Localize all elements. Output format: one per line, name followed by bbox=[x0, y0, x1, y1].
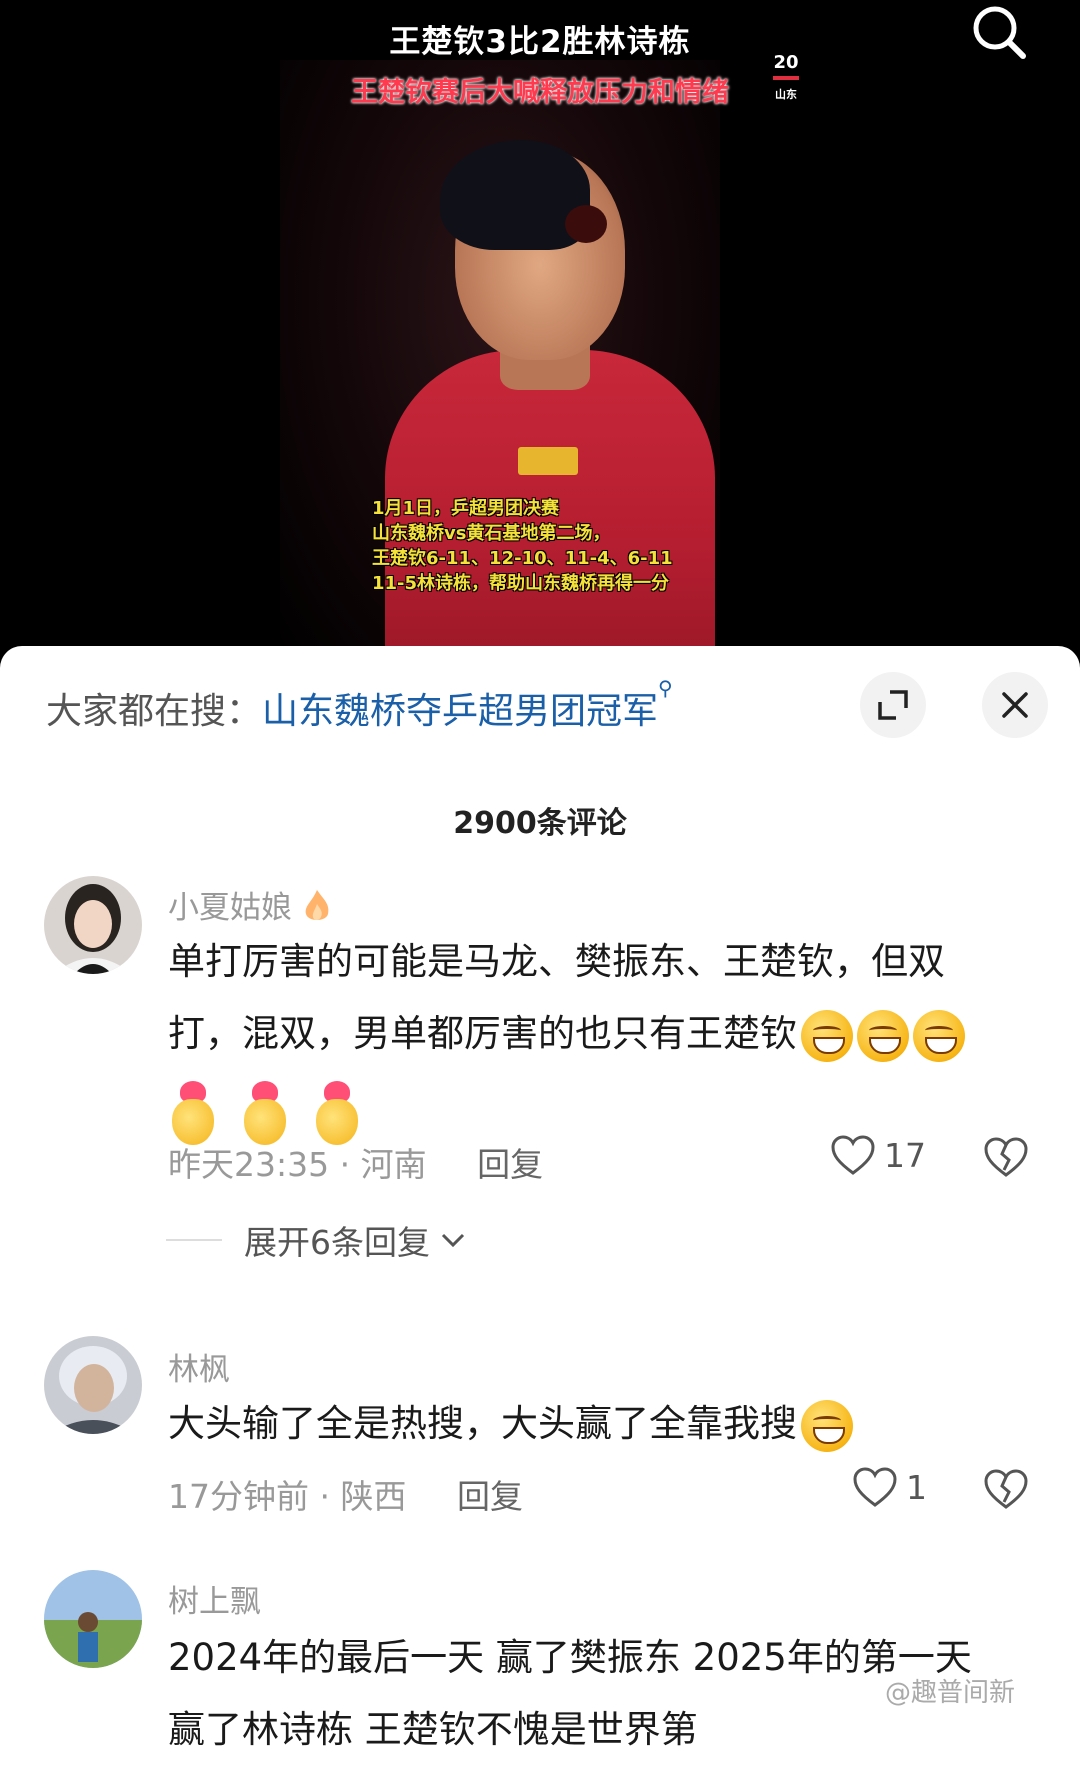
grin-emoji-icon bbox=[913, 1009, 965, 1062]
comment-time: 昨天23:35 bbox=[168, 1145, 330, 1184]
caption-line: 山东魏桥vs黄石基地第二场， bbox=[372, 523, 611, 544]
comment-text: 大头输了全是热搜，大头赢了全靠我搜 bbox=[168, 1388, 1048, 1460]
comment-meta: 昨天23:35 · 河南 回复 bbox=[168, 1138, 543, 1186]
trending-search[interactable]: 大家都在搜：山东魏桥夺乒超男团冠军⚲ bbox=[46, 676, 673, 734]
comment-text-segment: 打，混双，男单都厉害的也只有王楚钦 bbox=[168, 1012, 797, 1055]
reply-button[interactable]: 回复 bbox=[457, 1477, 523, 1516]
finger-heart-emoji-icon bbox=[240, 1080, 290, 1147]
video-player[interactable]: 王楚钦3比2胜林诗栋 王楚钦赛后大喊释放压力和情绪 20 山东 1月1日，乒超男… bbox=[0, 0, 1080, 670]
finger-heart-emoji-icon bbox=[312, 1080, 362, 1147]
caption-line: 王楚钦6-11、12-10、11-4、6-11 bbox=[372, 548, 673, 569]
grin-emoji-icon bbox=[801, 1009, 853, 1062]
grin-sweat-emoji-icon bbox=[801, 1399, 853, 1452]
player-mouth bbox=[565, 205, 607, 243]
meta-separator: · bbox=[319, 1477, 341, 1516]
trending-label: 大家都在搜： bbox=[46, 691, 263, 732]
comment-text-line: 单打厉害的可能是马龙、樊振东、王楚钦，但双 bbox=[168, 940, 945, 983]
trending-link[interactable]: 山东魏桥夺乒超男团冠军 bbox=[262, 691, 658, 732]
video-caption: 1月1日，乒超男团决赛 山东魏桥vs黄石基地第二场， 王楚钦6-11、12-10… bbox=[372, 496, 732, 596]
like-button[interactable]: 1 bbox=[852, 1466, 927, 1508]
channel-badge-number: 20 bbox=[773, 52, 799, 73]
comment-username[interactable]: 林枫 bbox=[168, 1344, 230, 1389]
expand-replies-label: 展开6条回复 bbox=[244, 1223, 430, 1262]
channel-badge-label: 山东 bbox=[775, 88, 797, 101]
broken-heart-icon bbox=[984, 1469, 1028, 1509]
meta-separator: · bbox=[339, 1145, 361, 1184]
avatar[interactable] bbox=[44, 1336, 142, 1434]
username-text: 小夏姑娘 bbox=[168, 890, 292, 926]
close-button[interactable] bbox=[982, 672, 1048, 738]
search-hint-icon: ⚲ bbox=[658, 676, 673, 700]
search-icon[interactable] bbox=[965, 0, 1035, 70]
fire-icon bbox=[302, 888, 332, 932]
comment-meta: 17分钟前 · 陕西 回复 bbox=[168, 1470, 523, 1518]
like-button[interactable]: 17 bbox=[830, 1134, 926, 1176]
avatar[interactable] bbox=[44, 876, 142, 974]
jersey-badge bbox=[518, 447, 578, 475]
caption-line: 11-5林诗栋，帮助山东魏桥再得一分 bbox=[372, 573, 670, 594]
chevron-down-icon bbox=[441, 1233, 465, 1248]
watermark: @趣普间新 bbox=[885, 1678, 1016, 1708]
like-count: 1 bbox=[906, 1467, 927, 1507]
comment-location: 陕西 bbox=[340, 1477, 407, 1516]
grin-emoji-icon bbox=[857, 1009, 909, 1062]
channel-badge-bar bbox=[773, 76, 799, 80]
dislike-button[interactable] bbox=[983, 1136, 1029, 1182]
comment-text-line: 打，混双，男单都厉害的也只有王楚钦 bbox=[168, 998, 1048, 1070]
comment-time: 17分钟前 bbox=[168, 1477, 309, 1516]
comment-location: 河南 bbox=[360, 1145, 427, 1184]
like-count: 17 bbox=[884, 1135, 926, 1175]
heart-icon bbox=[831, 1135, 875, 1175]
avatar[interactable] bbox=[44, 1570, 142, 1668]
divider bbox=[166, 1239, 222, 1241]
channel-badge: 20 山东 bbox=[772, 52, 800, 110]
comment-text-line: 大头输了全是热搜，大头赢了全靠我搜 bbox=[168, 1402, 797, 1445]
dislike-button[interactable] bbox=[983, 1468, 1029, 1514]
expand-icon bbox=[878, 690, 908, 720]
finger-heart-emoji-icon bbox=[168, 1080, 218, 1147]
broken-heart-icon bbox=[984, 1137, 1028, 1177]
comment-username[interactable]: 小夏姑娘 bbox=[168, 882, 332, 932]
comment-text: 单打厉害的可能是马龙、樊振东、王楚钦，但双 打，混双，男单都厉害的也只有王楚钦 bbox=[168, 926, 1048, 1158]
heart-icon bbox=[853, 1467, 897, 1507]
expand-replies[interactable]: 展开6条回复 bbox=[166, 1216, 466, 1264]
reply-button[interactable]: 回复 bbox=[477, 1145, 543, 1184]
video-subtitle: 王楚钦赛后大喊释放压力和情绪 bbox=[351, 77, 729, 108]
comment-username[interactable]: 树上飘 bbox=[168, 1576, 261, 1621]
comment-sheet: 大家都在搜：山东魏桥夺乒超男团冠军⚲ 2900条评论 小夏姑娘 单打厉害的可能是… bbox=[0, 646, 1080, 1751]
expand-button[interactable] bbox=[860, 672, 926, 738]
close-icon bbox=[1002, 692, 1028, 718]
comment-count: 2900条评论 bbox=[453, 806, 627, 841]
caption-line: 1月1日，乒超男团决赛 bbox=[372, 498, 560, 519]
video-title: 王楚钦3比2胜林诗栋 bbox=[389, 24, 691, 60]
